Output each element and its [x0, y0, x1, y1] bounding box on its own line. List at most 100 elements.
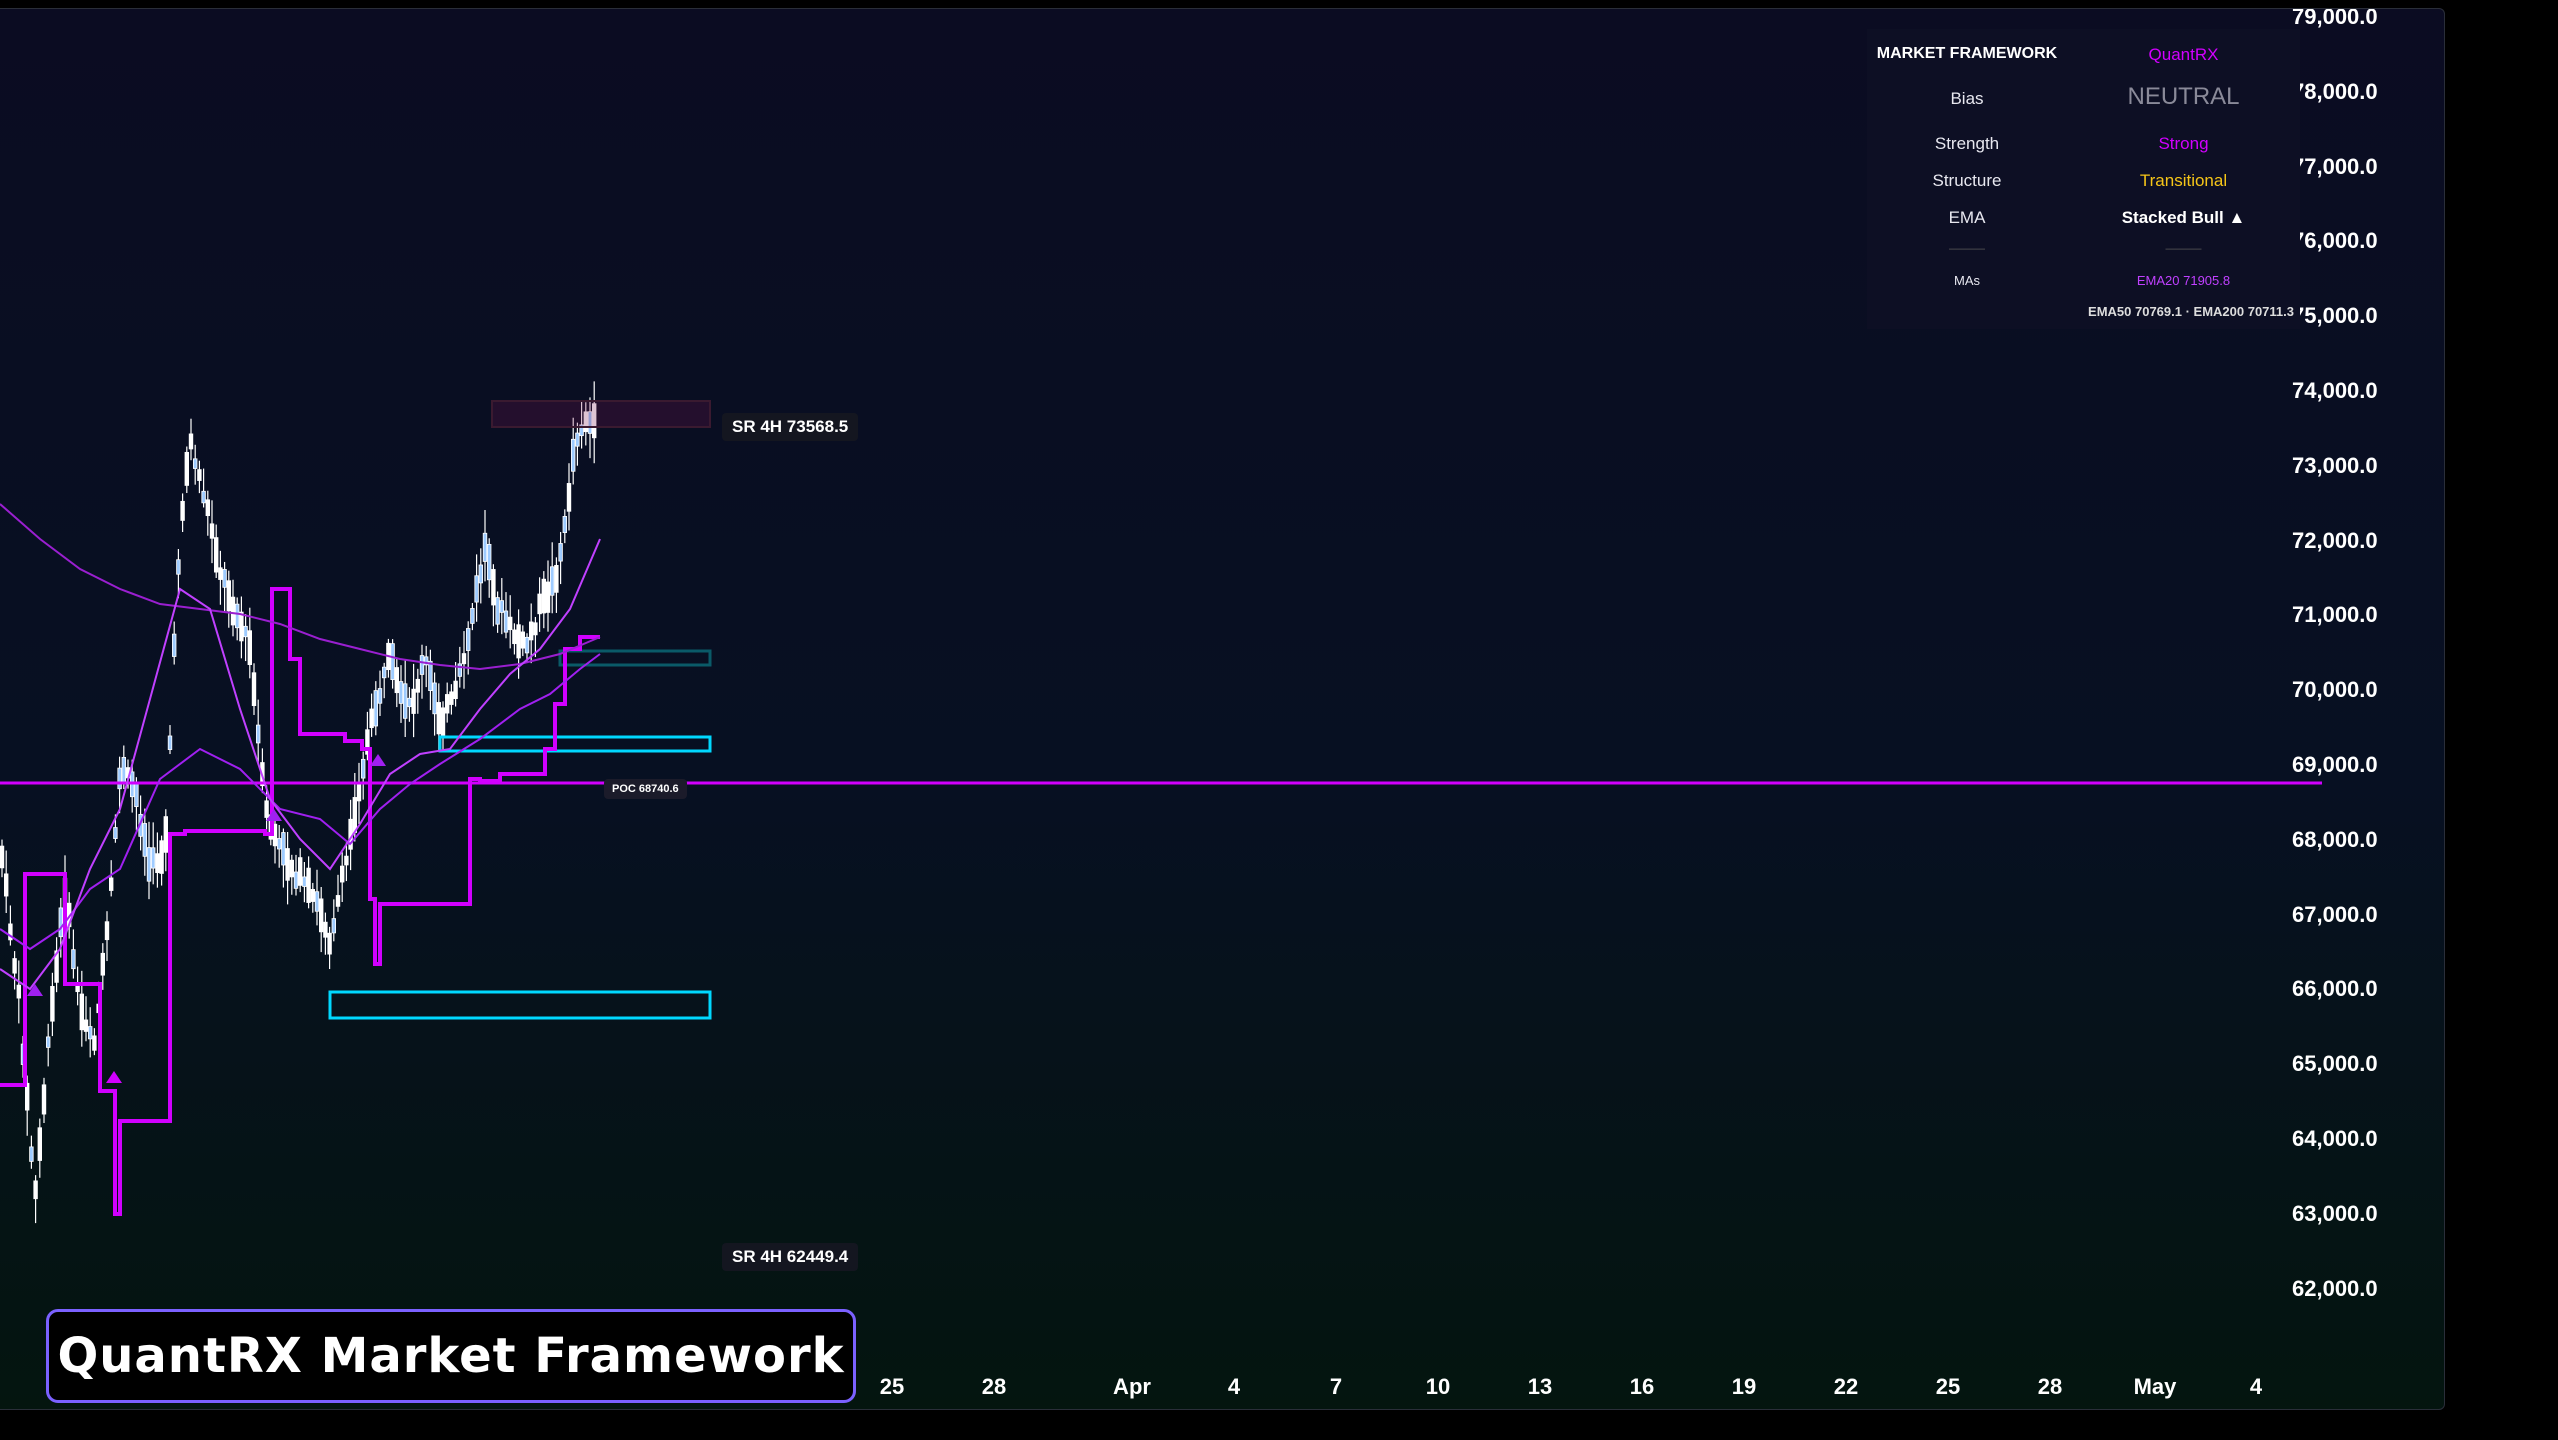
candle-body: [495, 597, 500, 625]
candle-body: [4, 873, 9, 897]
candle-body: [188, 433, 194, 450]
candle-body: [289, 859, 294, 878]
candle-body: [457, 663, 462, 677]
candle-body: [146, 847, 152, 882]
sr-lower-label: SR 4H 62449.4: [722, 1243, 859, 1271]
strength-value: Strong: [2158, 134, 2209, 153]
candle-body: [29, 1146, 34, 1162]
candle-body: [453, 680, 458, 700]
candle-body: [121, 757, 126, 784]
candle-body: [251, 672, 257, 707]
separator-right: ———: [2165, 241, 2202, 255]
price-tick-label: 79,000.0: [2292, 8, 2378, 29]
candle-body: [285, 848, 290, 881]
time-tick-label: 19: [1731, 1374, 1757, 1399]
buy-signal-marker: [106, 1071, 122, 1083]
candle-body: [88, 1026, 93, 1040]
bias-label: Bias: [1950, 89, 1984, 108]
candle-body: [255, 724, 261, 744]
candle-body: [176, 559, 181, 575]
buy-signal-marker: [370, 754, 386, 766]
candle-body: [545, 581, 551, 613]
ema-value: Stacked Bull ▲: [2121, 208, 2246, 227]
candle-body: [0, 845, 5, 869]
price-tick-label: 68,000.0: [2292, 826, 2378, 852]
candle-body: [306, 867, 311, 903]
candle-body: [33, 1180, 38, 1200]
time-tick-label: 13: [1527, 1374, 1553, 1399]
candle-body: [134, 783, 139, 808]
candle-body: [218, 567, 223, 580]
mas-label: MAs: [1954, 273, 1980, 288]
candle-body: [142, 823, 147, 857]
candle-body: [104, 921, 110, 941]
candle-body: [71, 949, 76, 970]
structure-value: Transitional: [2139, 171, 2228, 190]
candle-body: [159, 840, 164, 874]
candle-body: [37, 1127, 42, 1161]
candle-body: [369, 708, 374, 729]
candlestick-series: [0, 381, 597, 1224]
buy-signal-marker: [27, 984, 43, 996]
candle-body: [226, 580, 231, 612]
candle-body: [503, 610, 509, 633]
candle-body: [264, 800, 269, 818]
chart-area[interactable]: 79,000.0 78,000.0 77,000.0 76,000.0 75,000.0…: [0, 8, 2445, 1410]
table-header-brand: QuantRX: [2148, 45, 2219, 64]
time-tick-label: 25: [1935, 1374, 1961, 1399]
candle-body: [58, 907, 63, 938]
candle-body: [474, 575, 479, 603]
candle-body: [100, 952, 105, 976]
candle-body: [150, 847, 156, 869]
candle-body: [46, 1036, 51, 1048]
zone-cyan-lower: [328, 990, 712, 1020]
footer-title-badge: QuantRX Market Framework: [46, 1309, 856, 1403]
candle-body: [331, 918, 336, 934]
candle-body: [398, 681, 404, 704]
candle-body: [499, 600, 504, 613]
candle-body: [411, 688, 416, 714]
candle-body: [293, 871, 299, 889]
candle-body: [213, 537, 219, 573]
candle-body: [554, 564, 559, 593]
candle-body: [327, 932, 332, 955]
candle-body: [234, 603, 240, 629]
candle-body: [41, 1084, 47, 1115]
candle-body: [230, 596, 236, 626]
candle-body: [407, 697, 412, 708]
candle-body: [419, 655, 425, 675]
candle-body: [428, 660, 433, 691]
candle-body: [558, 543, 563, 562]
candle-body: [314, 891, 320, 912]
candle-body: [465, 628, 471, 651]
candle-body: [323, 921, 328, 938]
candle-body: [167, 735, 173, 750]
candle-body: [461, 653, 467, 665]
candle-body: [491, 569, 496, 606]
candle-body: [24, 1082, 30, 1111]
market-framework-table: MARKET FRAMEWORK QuantRX Bias NEUTRAL St…: [1867, 29, 2300, 329]
candle-body: [276, 838, 282, 850]
candle-body: [197, 469, 202, 481]
price-tick-label: 73,000.0: [2292, 452, 2378, 478]
price-tick-label: 69,000.0: [2292, 752, 2378, 777]
candle-body: [335, 895, 341, 907]
price-tick-label: 67,000.0: [2292, 901, 2378, 927]
candle-body: [377, 688, 383, 704]
time-tick-label: May: [2133, 1374, 2177, 1399]
price-tick-label: 76,000.0: [2292, 228, 2378, 254]
candle-body: [310, 889, 315, 902]
candle-body: [201, 490, 206, 504]
price-tick-label: 64,000.0: [2292, 1126, 2378, 1151]
candle-body: [449, 691, 454, 705]
candle-body: [360, 758, 366, 779]
candle-body: [109, 877, 114, 891]
candle-body: [537, 593, 542, 615]
time-tick-label: 4: [2249, 1374, 2263, 1399]
candle-body: [12, 958, 17, 974]
candle-body: [520, 631, 525, 649]
price-tick-label: 77,000.0: [2292, 153, 2378, 179]
candle-body: [239, 611, 244, 642]
price-tick-label: 71,000.0: [2292, 602, 2378, 628]
candle-body: [16, 984, 21, 999]
